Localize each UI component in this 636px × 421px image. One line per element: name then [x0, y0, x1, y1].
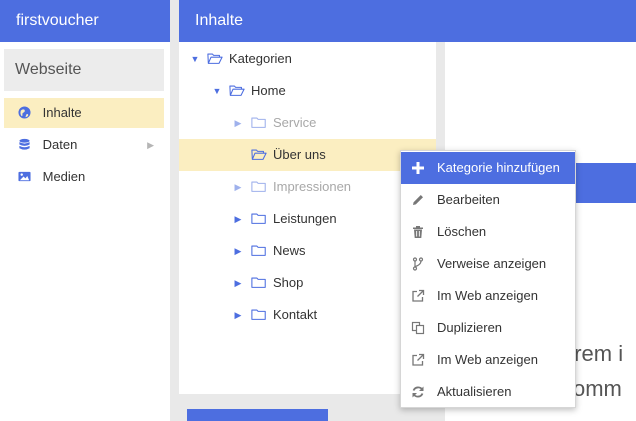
tree-node-label: News	[273, 243, 306, 258]
sidebar-divider	[170, 0, 179, 421]
menu-item-duplicate[interactable]: Duplizieren	[401, 312, 575, 344]
folder-open-icon	[207, 53, 223, 64]
chevron-right-icon: ▶	[147, 140, 154, 150]
caret-down-icon[interactable]: ▼	[212, 75, 222, 107]
tree-node-ueber-uns[interactable]: Über uns	[179, 139, 436, 171]
tree-node-service[interactable]: ▶ Service	[179, 107, 436, 139]
menu-item-label: Kategorie hinzufügen	[437, 160, 560, 175]
copy-icon	[411, 321, 425, 335]
tree-node-label: Shop	[273, 275, 304, 290]
sidebar-item-label: Medien	[42, 169, 86, 184]
context-menu: Kategorie hinzufügen Bearbeiten Löschen …	[400, 150, 576, 408]
tree-node-news[interactable]: ▶ News	[179, 235, 436, 267]
plus-icon	[412, 162, 424, 174]
menu-item-view-on-web[interactable]: Im Web anzeigen	[401, 280, 575, 312]
folder-icon	[251, 245, 266, 256]
folder-icon	[251, 277, 266, 288]
globe-icon	[18, 106, 31, 119]
menu-item-show-references[interactable]: Verweise anzeigen	[401, 248, 575, 280]
detail-action-bar[interactable]	[575, 163, 636, 203]
folder-icon	[251, 309, 266, 320]
tree-node-label: Kategorien	[229, 51, 292, 66]
folder-icon	[251, 213, 266, 224]
sidebar-item-label: Daten	[42, 137, 78, 152]
sidebar-item-label: Inhalte	[42, 105, 82, 120]
image-icon	[18, 171, 31, 182]
tree-node-impressionen[interactable]: ▶ Impressionen	[179, 171, 436, 203]
caret-right-icon[interactable]: ▶	[233, 171, 243, 203]
database-icon	[19, 138, 30, 150]
caret-down-icon[interactable]: ▼	[190, 43, 200, 75]
sidebar-item-inhalte[interactable]: Inhalte	[4, 98, 164, 128]
menu-item-label: Duplizieren	[437, 320, 503, 335]
pencil-icon	[413, 195, 423, 205]
menu-item-add-category[interactable]: Kategorie hinzufügen	[401, 152, 575, 184]
folder-open-icon	[251, 149, 267, 160]
folder-icon	[251, 181, 266, 192]
tree-node-shop[interactable]: ▶ Shop	[179, 267, 436, 299]
external-link-icon	[412, 289, 425, 302]
trash-icon	[413, 226, 423, 238]
sidebar-item-medien[interactable]: Medien	[4, 162, 164, 192]
folder-icon	[251, 117, 266, 128]
section-title: Webseite	[4, 49, 164, 91]
tree-node-label: Home	[251, 83, 286, 98]
menu-item-label: Aktualisieren	[437, 384, 512, 399]
tree-node-kontakt[interactable]: ▶ Kontakt	[179, 299, 436, 331]
category-tree: ▼ Kategorien ▼ Home ▶ Service Über uns ▶…	[179, 42, 436, 394]
caret-right-icon[interactable]: ▶	[233, 203, 243, 235]
caret-right-icon[interactable]: ▶	[233, 267, 243, 299]
menu-item-view-on-web-2[interactable]: Im Web anzeigen	[401, 344, 575, 376]
menu-item-label: Im Web anzeigen	[437, 288, 538, 303]
menu-item-refresh[interactable]: Aktualisieren	[401, 376, 575, 408]
tree-node-home[interactable]: ▼ Home	[179, 75, 436, 107]
content-title: Inhalte	[179, 0, 636, 42]
menu-item-label: Löschen	[437, 224, 487, 239]
tree-node-label: Leistungen	[273, 211, 337, 226]
add-category-button[interactable]	[187, 409, 328, 421]
caret-right-icon[interactable]: ▶	[233, 299, 243, 331]
tree-node-label: Service	[273, 115, 317, 130]
branch-icon	[412, 257, 424, 271]
menu-item-label: Im Web anzeigen	[437, 352, 538, 367]
tree-node-kategorien[interactable]: ▼ Kategorien	[179, 43, 436, 75]
tree-node-label: Kontakt	[273, 307, 318, 322]
app-title: firstvoucher	[0, 0, 170, 42]
menu-item-label: Verweise anzeigen	[437, 256, 547, 271]
tree-node-label: Impressionen	[273, 179, 352, 194]
folder-open-icon	[229, 85, 245, 96]
external-link-icon	[412, 353, 425, 366]
left-sidebar: firstvoucher Webseite Inhalte Daten ▶ Me…	[0, 0, 170, 421]
caret-right-icon[interactable]: ▶	[233, 107, 243, 139]
tree-node-leistungen[interactable]: ▶ Leistungen	[179, 203, 436, 235]
sidebar-item-daten[interactable]: Daten ▶	[4, 130, 164, 160]
menu-item-delete[interactable]: Löschen	[401, 216, 575, 248]
menu-item-edit[interactable]: Bearbeiten	[401, 184, 575, 216]
caret-right-icon[interactable]: ▶	[233, 235, 243, 267]
tree-node-label: Über uns	[273, 147, 326, 162]
refresh-icon	[412, 386, 424, 398]
menu-item-label: Bearbeiten	[437, 192, 500, 207]
